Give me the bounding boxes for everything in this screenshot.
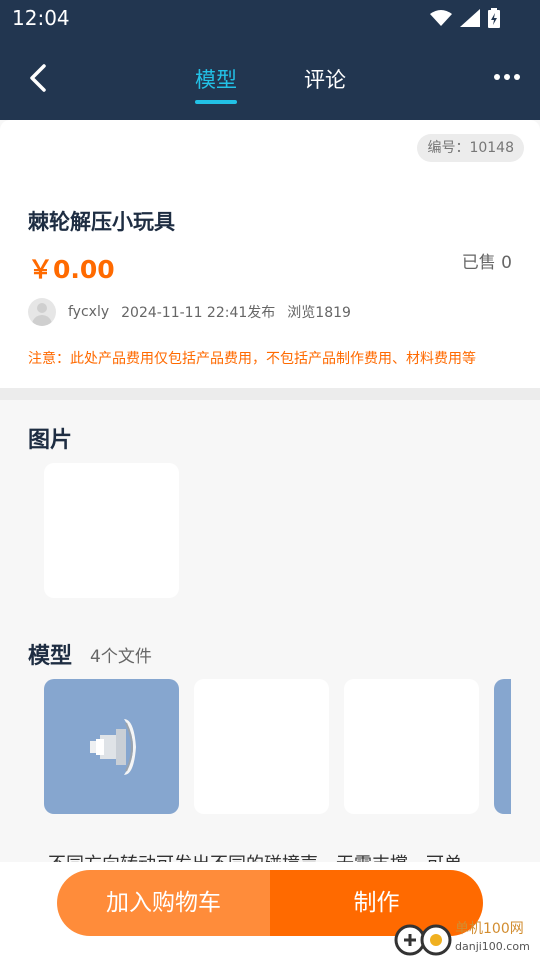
battery-icon <box>488 8 500 28</box>
publish-time: 2024-11-11 22:41发布 <box>121 305 276 321</box>
wifi-icon <box>430 10 452 26</box>
ratchet-model-icon <box>90 719 136 775</box>
more-button[interactable] <box>494 74 520 80</box>
sold-count: 已售 0 <box>461 253 512 273</box>
product-info: 棘轮解压小玩具 ￥0.00 已售 0 fycxly 2024-11-11 22:… <box>0 176 540 388</box>
picture-thumbnail[interactable] <box>44 463 179 598</box>
model-thumbnail[interactable] <box>494 679 511 814</box>
app-bar: 模型 评论 <box>0 36 540 120</box>
author-row: fycxly 2024-11-11 22:41发布 浏览1819 <box>28 298 351 326</box>
model-thumbnail[interactable] <box>194 679 329 814</box>
tab-model[interactable]: 模型 <box>195 64 237 94</box>
model-file-count: 4个文件 <box>90 647 152 667</box>
status-time: 12:04 <box>12 6 70 30</box>
view-count: 浏览1819 <box>287 305 351 321</box>
status-bar: 12:04 <box>0 0 540 36</box>
section-divider <box>0 388 540 400</box>
active-tab-indicator <box>195 100 237 104</box>
avatar[interactable] <box>28 298 56 326</box>
back-arrow-icon <box>30 64 46 92</box>
back-button[interactable] <box>22 60 58 96</box>
pictures-section-title: 图片 <box>28 428 73 453</box>
model-thumbnail[interactable] <box>344 679 479 814</box>
watermark-brand: 单机100网 <box>455 921 524 937</box>
add-to-cart-button[interactable]: 加入购物车 <box>57 870 270 936</box>
product-price: ￥0.00 <box>28 255 115 284</box>
models-section-title: 模型 <box>28 644 73 669</box>
tab-comments[interactable]: 评论 <box>304 64 346 94</box>
status-icons <box>430 8 500 28</box>
more-dots-icon <box>494 74 500 80</box>
product-title: 棘轮解压小玩具 <box>28 210 175 234</box>
price-notice: 注意：此处产品费用仅包括产品费用，不包括产品制作费用、材料费用等 <box>28 351 476 367</box>
watermark-logo-icon <box>394 924 452 956</box>
author-name[interactable]: fycxly <box>68 304 109 320</box>
product-code-badge: 编号：10148 <box>417 134 524 162</box>
signal-icon <box>460 9 480 27</box>
watermark: 单机100网 danji100.com <box>392 918 540 960</box>
watermark-url: danji100.com <box>455 940 530 953</box>
model-thumbnail[interactable] <box>44 679 179 814</box>
product-header-card: 编号：10148 <box>0 120 540 176</box>
